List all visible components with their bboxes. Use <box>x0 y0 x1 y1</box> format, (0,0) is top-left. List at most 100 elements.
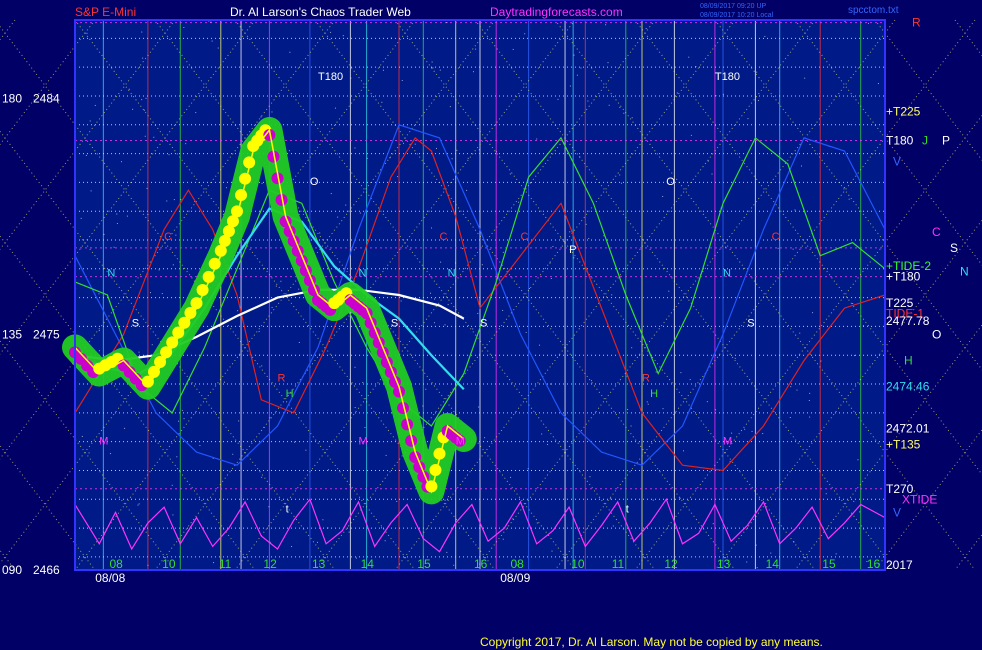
speckle-dot <box>345 204 347 206</box>
speckle-dot <box>89 120 91 122</box>
header-url[interactable]: Daytradingforecasts.com <box>490 5 623 19</box>
marker-letter: t <box>626 503 629 515</box>
x-hour-label: 14 <box>361 557 375 571</box>
speckle-dot <box>350 77 352 79</box>
speckle-dot <box>138 503 140 505</box>
x-hour-label: 15 <box>822 557 836 571</box>
speckle-dot <box>502 309 504 311</box>
marker-letter: M <box>99 435 108 447</box>
speckle-dot <box>439 69 441 71</box>
x-date-label: 08/09 <box>500 571 530 585</box>
speckle-dot <box>185 143 187 145</box>
speckle-dot <box>573 257 575 259</box>
speckle-dot <box>712 523 714 525</box>
y-angle-label: 180 <box>2 92 22 106</box>
speckle-dot <box>433 322 435 324</box>
speckle-dot <box>183 27 185 29</box>
speckle-dot <box>619 106 621 108</box>
speckle-dot <box>422 405 424 407</box>
speckle-dot <box>557 98 559 100</box>
marker-letter: C <box>164 231 172 243</box>
speckle-dot <box>183 418 185 420</box>
speckle-dot <box>607 62 609 64</box>
marker-letter: N <box>107 268 115 280</box>
speckle-dot <box>569 85 571 87</box>
speckle-dot <box>305 449 307 451</box>
speckle-dot <box>579 156 581 158</box>
speckle-dot <box>150 292 152 294</box>
speckle-dot <box>396 500 398 502</box>
speckle-dot <box>381 527 382 529</box>
speckle-dot <box>81 435 83 437</box>
speckle-dot <box>447 304 449 306</box>
speckle-dot <box>630 425 632 427</box>
speckle-dot <box>132 108 134 110</box>
speckle-dot <box>263 426 265 428</box>
speckle-dot <box>560 237 562 239</box>
speckle-dot <box>619 174 621 176</box>
speckle-dot <box>573 54 575 56</box>
speckle-dot <box>756 71 758 73</box>
speckle-dot <box>820 360 822 362</box>
speckle-dot <box>175 234 177 236</box>
speckle-dot <box>655 371 657 373</box>
speckle-dot <box>444 324 446 326</box>
speckle-dot <box>734 357 736 359</box>
speckle-dot <box>722 93 724 95</box>
marker-letter: H <box>650 388 658 400</box>
speckle-dot <box>362 381 364 383</box>
x-hour-label: 12 <box>664 557 678 571</box>
speckle-dot <box>446 22 448 24</box>
speckle-dot <box>322 519 324 521</box>
speckle-dot <box>141 31 143 33</box>
speckle-dot <box>623 112 625 114</box>
y-angle-label: 090 <box>2 563 22 577</box>
speckle-dot <box>328 469 330 471</box>
price-chart: T180 T180O ON N N NS S S SC C C CPR RH HM M M Mt t S&P E-… <box>0 0 982 650</box>
speckle-dot <box>178 420 180 422</box>
speckle-dot <box>261 182 263 184</box>
speckle-dot <box>472 328 474 330</box>
x-hour-label: 16 <box>867 557 881 571</box>
speckle-dot <box>796 389 798 391</box>
speckle-dot <box>809 416 811 418</box>
speckle-dot <box>646 401 648 403</box>
speckle-dot <box>181 409 183 411</box>
speckle-dot <box>725 246 727 248</box>
speckle-dot <box>793 541 795 543</box>
right-level-label: N <box>960 264 969 278</box>
marker-letter: S <box>480 317 487 329</box>
speckle-dot <box>755 544 757 546</box>
header-file: spcctom.txt <box>848 5 899 16</box>
speckle-dot <box>804 77 806 79</box>
speckle-dot <box>180 198 182 200</box>
speckle-dot <box>758 100 760 102</box>
speckle-dot <box>298 341 300 343</box>
speckle-dot <box>715 409 717 411</box>
speckle-dot <box>478 406 480 408</box>
speckle-dot <box>631 117 633 119</box>
speckle-dot <box>529 182 531 184</box>
speckle-dot <box>260 116 262 118</box>
speckle-dot <box>288 150 290 152</box>
speckle-dot <box>400 300 402 302</box>
right-level-label: XTIDE <box>902 492 937 506</box>
speckle-dot <box>289 51 291 53</box>
speckle-dot <box>690 134 692 136</box>
speckle-dot <box>790 386 792 388</box>
speckle-dot <box>139 529 141 531</box>
footer-copyright: Copyright 2017, Dr. Al Larson. May not b… <box>480 635 823 649</box>
speckle-dot <box>327 527 329 529</box>
speckle-dot <box>401 79 403 81</box>
speckle-dot <box>612 525 614 527</box>
speckle-dot <box>98 293 100 295</box>
speckle-dot <box>86 32 88 34</box>
speckle-dot <box>631 347 633 349</box>
speckle-dot <box>268 506 270 508</box>
speckle-dot <box>330 31 332 33</box>
marker-letter: R <box>278 372 286 384</box>
y-price-label: 2466 <box>33 563 60 577</box>
right-level-label: +T225 <box>886 105 921 119</box>
speckle-dot <box>502 251 504 253</box>
marker-letter: N <box>448 268 456 280</box>
